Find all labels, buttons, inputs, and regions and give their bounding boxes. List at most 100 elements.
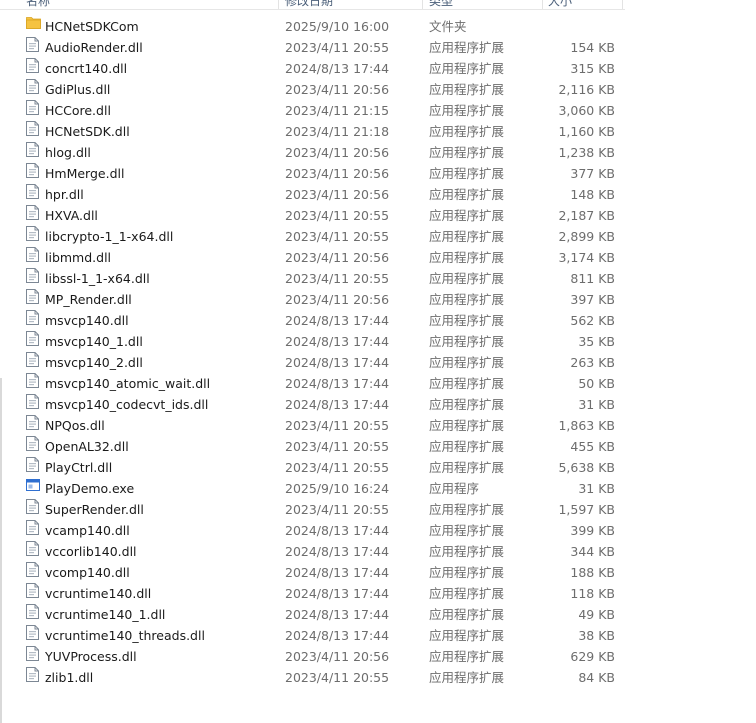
file-row[interactable]: HCNetSDK.dll 2023/4/11 21:18 应用程序扩展 1,160 K… bbox=[0, 121, 640, 142]
file-type: 应用程序扩展 bbox=[429, 397, 505, 412]
file-date: 2024/8/13 17:44 bbox=[285, 523, 390, 538]
file-type: 应用程序扩展 bbox=[429, 376, 505, 391]
file-size: 2,116 KB bbox=[558, 82, 615, 97]
file-type: 应用程序扩展 bbox=[429, 607, 505, 622]
file-row[interactable]: hlog.dll 2023/4/11 20:56 应用程序扩展 1,238 KB bbox=[0, 142, 640, 163]
file-row[interactable]: PlayCtrl.dll 2023/4/11 20:55 应用程序扩展 5,638 K… bbox=[0, 457, 640, 478]
file-name: HCCore.dll bbox=[45, 103, 111, 118]
file-row[interactable]: GdiPlus.dll 2023/4/11 20:56 应用程序扩展 2,116 KB bbox=[0, 79, 640, 100]
file-name: msvcp140.dll bbox=[45, 313, 129, 328]
column-divider[interactable] bbox=[542, 0, 543, 9]
dll-file-icon bbox=[26, 37, 39, 52]
file-size: 1,238 KB bbox=[558, 145, 615, 160]
file-row[interactable]: vcruntime140.dll 2024/8/13 17:44 应用程序扩展 118… bbox=[0, 583, 640, 604]
dll-file-icon bbox=[26, 289, 39, 304]
file-row[interactable]: HCNetSDKCom 2025/9/10 16:00 文件夹 bbox=[0, 16, 640, 37]
file-row[interactable]: AudioRender.dll 2023/4/11 20:55 应用程序扩展 154 … bbox=[0, 37, 640, 58]
file-date: 2024/8/13 17:44 bbox=[285, 334, 390, 349]
file-type: 应用程序扩展 bbox=[429, 565, 505, 580]
file-row[interactable]: HmMerge.dll 2023/4/11 20:56 应用程序扩展 377 KB bbox=[0, 163, 640, 184]
dll-file-icon bbox=[26, 100, 39, 115]
file-type: 应用程序扩展 bbox=[429, 523, 505, 538]
file-name: vcomp140.dll bbox=[45, 565, 130, 580]
file-type: 应用程序扩展 bbox=[429, 40, 505, 55]
file-type: 应用程序扩展 bbox=[429, 355, 505, 370]
file-type: 应用程序扩展 bbox=[429, 670, 505, 685]
file-name: msvcp140_atomic_wait.dll bbox=[45, 376, 211, 391]
file-name: NPQos.dll bbox=[45, 418, 105, 433]
dll-file-icon bbox=[26, 247, 39, 262]
file-row[interactable]: vcomp140.dll 2024/8/13 17:44 应用程序扩展 188 KB bbox=[0, 562, 640, 583]
file-date: 2023/4/11 20:56 bbox=[285, 250, 390, 265]
file-name: HCNetSDK.dll bbox=[45, 124, 130, 139]
dll-file-icon bbox=[26, 604, 39, 619]
file-type: 应用程序扩展 bbox=[429, 460, 505, 475]
dll-file-icon bbox=[26, 667, 39, 682]
file-row[interactable]: msvcp140.dll 2024/8/13 17:44 应用程序扩展 562 KB bbox=[0, 310, 640, 331]
column-header-type[interactable]: 类型 bbox=[429, 0, 453, 9]
file-row[interactable]: vcruntime140_threads.dll 2024/8/13 17:44 应… bbox=[0, 625, 640, 646]
file-size: 84 KB bbox=[578, 670, 615, 685]
file-type: 文件夹 bbox=[429, 19, 467, 34]
file-row[interactable]: NPQos.dll 2023/4/11 20:55 应用程序扩展 1,863 KB bbox=[0, 415, 640, 436]
dll-file-icon bbox=[26, 520, 39, 535]
file-type: 应用程序扩展 bbox=[429, 271, 505, 286]
column-header-date[interactable]: 修改日期 bbox=[285, 0, 333, 9]
file-row[interactable]: msvcp140_1.dll 2024/8/13 17:44 应用程序扩展 35 KB bbox=[0, 331, 640, 352]
file-name: HXVA.dll bbox=[45, 208, 98, 223]
file-row[interactable]: libcrypto-1_1-x64.dll 2023/4/11 20:55 应用程序… bbox=[0, 226, 640, 247]
file-size: 50 KB bbox=[578, 376, 615, 391]
exe-file-icon bbox=[26, 478, 40, 493]
dll-file-icon bbox=[26, 310, 39, 325]
dll-file-icon bbox=[26, 625, 39, 640]
file-list: HCNetSDKCom 2025/9/10 16:00 文件夹 AudioRender… bbox=[0, 16, 640, 688]
file-name: YUVProcess.dll bbox=[45, 649, 137, 664]
file-row[interactable]: msvcp140_codecvt_ids.dll 2024/8/13 17:44 应… bbox=[0, 394, 640, 415]
file-size: 3,060 KB bbox=[558, 103, 615, 118]
file-row[interactable]: HXVA.dll 2023/4/11 20:55 应用程序扩展 2,187 KB bbox=[0, 205, 640, 226]
file-name: PlayCtrl.dll bbox=[45, 460, 113, 475]
dll-file-icon bbox=[26, 457, 39, 472]
column-divider[interactable] bbox=[622, 0, 623, 9]
file-type: 应用程序扩展 bbox=[429, 544, 505, 559]
file-row[interactable]: YUVProcess.dll 2023/4/11 20:56 应用程序扩展 629 K… bbox=[0, 646, 640, 667]
file-row[interactable]: MP_Render.dll 2023/4/11 20:56 应用程序扩展 397 KB bbox=[0, 289, 640, 310]
file-size: 3,174 KB bbox=[558, 250, 615, 265]
column-divider[interactable] bbox=[422, 0, 423, 9]
file-row[interactable]: SuperRender.dll 2023/4/11 20:55 应用程序扩展 1,59… bbox=[0, 499, 640, 520]
file-size: 188 KB bbox=[570, 565, 615, 580]
file-row[interactable]: vcruntime140_1.dll 2024/8/13 17:44 应用程序扩展 4… bbox=[0, 604, 640, 625]
file-name: libmmd.dll bbox=[45, 250, 112, 265]
column-header-name[interactable]: 名称 bbox=[26, 0, 50, 9]
file-name: msvcp140_1.dll bbox=[45, 334, 143, 349]
file-row[interactable]: zlib1.dll 2023/4/11 20:55 应用程序扩展 84 KB bbox=[0, 667, 640, 688]
file-size: 377 KB bbox=[570, 166, 615, 181]
file-row[interactable]: OpenAL32.dll 2023/4/11 20:55 应用程序扩展 455 KB bbox=[0, 436, 640, 457]
column-divider[interactable] bbox=[278, 0, 279, 9]
file-row[interactable]: vcamp140.dll 2024/8/13 17:44 应用程序扩展 399 KB bbox=[0, 520, 640, 541]
file-row[interactable]: msvcp140_2.dll 2024/8/13 17:44 应用程序扩展 263 K… bbox=[0, 352, 640, 373]
file-name: vccorlib140.dll bbox=[45, 544, 137, 559]
file-date: 2023/4/11 20:55 bbox=[285, 208, 390, 223]
dll-file-icon bbox=[26, 583, 39, 598]
file-row[interactable]: vccorlib140.dll 2024/8/13 17:44 应用程序扩展 344 … bbox=[0, 541, 640, 562]
file-type: 应用程序扩展 bbox=[429, 628, 505, 643]
file-date: 2024/8/13 17:44 bbox=[285, 313, 390, 328]
file-date: 2023/4/11 20:55 bbox=[285, 439, 390, 454]
file-name: OpenAL32.dll bbox=[45, 439, 129, 454]
file-row[interactable]: libmmd.dll 2023/4/11 20:56 应用程序扩展 3,174 KB bbox=[0, 247, 640, 268]
file-type: 应用程序扩展 bbox=[429, 82, 505, 97]
file-size: 397 KB bbox=[570, 292, 615, 307]
file-row[interactable]: concrt140.dll 2024/8/13 17:44 应用程序扩展 315 KB bbox=[0, 58, 640, 79]
file-row[interactable]: libssl-1_1-x64.dll 2023/4/11 20:55 应用程序扩展 8… bbox=[0, 268, 640, 289]
dll-file-icon bbox=[26, 436, 39, 451]
file-row[interactable]: HCCore.dll 2023/4/11 21:15 应用程序扩展 3,060 KB bbox=[0, 100, 640, 121]
file-size: 2,187 KB bbox=[558, 208, 615, 223]
file-date: 2023/4/11 20:55 bbox=[285, 460, 390, 475]
file-size: 38 KB bbox=[578, 628, 615, 643]
column-header-size[interactable]: 大小 bbox=[548, 0, 572, 9]
file-name: msvcp140_codecvt_ids.dll bbox=[45, 397, 209, 412]
file-row[interactable]: msvcp140_atomic_wait.dll 2024/8/13 17:44 应… bbox=[0, 373, 640, 394]
file-row[interactable]: hpr.dll 2023/4/11 20:56 应用程序扩展 148 KB bbox=[0, 184, 640, 205]
file-row[interactable]: PlayDemo.exe 2025/9/10 16:24 应用程序 31 KB bbox=[0, 478, 640, 499]
